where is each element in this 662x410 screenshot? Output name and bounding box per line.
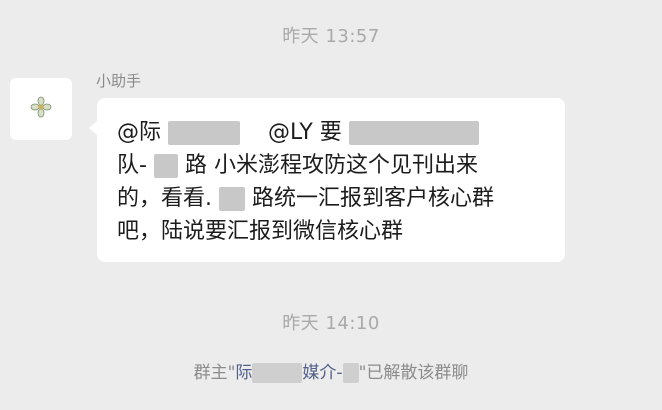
redacted-block (348, 121, 479, 145)
message-text: 队- (117, 153, 147, 178)
bubble-tail (89, 120, 98, 136)
message-bubble[interactable]: @际 @LY 要 队- 路 小米澎程攻防这个见刊出来 的，看看. 路统一汇报到客… (89, 98, 565, 262)
mention-1: @际 (117, 120, 162, 145)
redacted-block (252, 363, 303, 383)
message-line-4: 吧，陆说要汇报到微信核心群 (117, 219, 404, 244)
sender-name: 小助手 (96, 72, 142, 90)
redacted-block (219, 187, 245, 211)
redacted-block (342, 363, 359, 383)
message-text: 的，看看. (117, 186, 212, 211)
system-notice: 群主"际 媒介- "已解散该群聊 (0, 358, 662, 383)
message-line-1: @际 @LY 要 (117, 116, 547, 149)
redacted-block (153, 154, 178, 178)
notice-suffix: "已解散该群聊 (358, 363, 469, 383)
mention-2: @LY (268, 120, 313, 145)
notice-prefix: 群主" (193, 363, 236, 383)
notice-name-b: 媒介- (302, 363, 343, 383)
flower-icon (30, 96, 52, 122)
message-line-2: 队- 路 小米澎程攻防这个见刊出来 (117, 149, 547, 182)
message-text: 要 (319, 120, 342, 145)
message-text: 路 小米澎程攻防这个见刊出来 (184, 153, 478, 178)
avatar[interactable] (10, 78, 72, 140)
notice-name-a: 际 (235, 363, 253, 383)
timestamp-1: 昨天 13:57 (282, 26, 380, 47)
redacted-block (168, 121, 241, 145)
message-text: 路统一汇报到客户核心群 (252, 186, 495, 211)
message-line-3: 的，看看. 路统一汇报到客户核心群 (117, 182, 547, 215)
timestamp-2: 昨天 14:10 (282, 313, 380, 334)
